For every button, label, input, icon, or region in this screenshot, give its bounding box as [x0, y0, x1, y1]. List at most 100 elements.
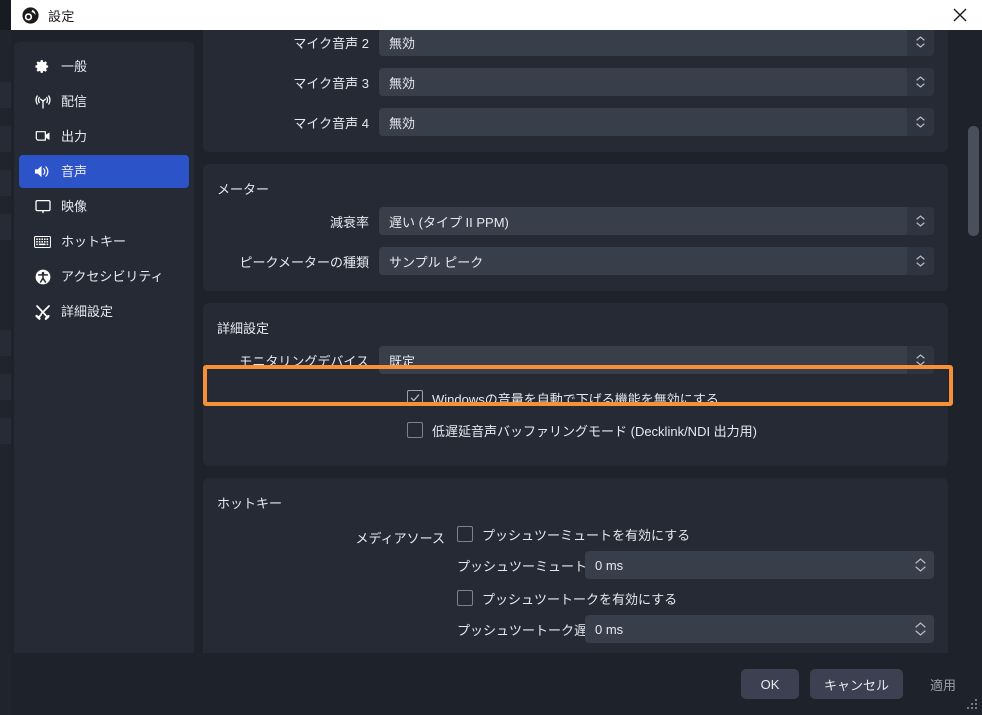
monitoring-device-value: 既定 [389, 353, 416, 369]
push-to-talk-delay-row: プッシュツートーク遅延 0 ms [457, 615, 934, 643]
disable-windows-ducking-label: Windowsの音量を自動で下げる機能を無効にする [432, 391, 719, 407]
mic-audio-2-dropdown[interactable]: 無効 [379, 30, 934, 56]
mic-audio-3-value: 無効 [389, 75, 416, 91]
low-latency-buffering-row[interactable]: 低遅延音声バッファリングモード (Decklink/NDI 出力用) [217, 418, 934, 442]
monitor-icon [33, 197, 52, 216]
dialog-footer: OK キャンセル 適用 [11, 653, 982, 715]
low-latency-buffering-checkbox[interactable] [407, 422, 423, 438]
gear-icon [33, 57, 52, 76]
push-to-talk-delay-value: 0 ms [595, 621, 624, 637]
hotkey-panel: ホットキー メディアソース プッシュツーミュートを有効にする プッシュツーミュー… [203, 478, 948, 653]
push-to-talk-label: プッシュツートークを有効にする [482, 591, 678, 607]
content-scrollbar[interactable] [968, 38, 979, 645]
keyboard-icon [33, 232, 52, 251]
push-to-mute-delay-spinner[interactable] [907, 551, 934, 579]
mic-audio-4-value: 無効 [389, 115, 416, 131]
monitoring-device-label: モニタリングデバイス [239, 353, 369, 369]
dialog-title: 設定 [48, 8, 75, 24]
cancel-button[interactable]: キャンセル [809, 669, 903, 699]
disable-windows-ducking-row[interactable]: Windowsの音量を自動で下げる機能を無効にする [217, 386, 934, 410]
settings-sidebar: 一般 配信 出力 音声 映像 ホットキー アクセシビリティ 詳細設定 [14, 42, 194, 653]
accessibility-icon [33, 267, 52, 286]
sidebar-item-video[interactable]: 映像 [19, 190, 189, 223]
hotkey-panel-title: ホットキー [217, 496, 283, 511]
media-source-label: メディアソース [355, 531, 445, 546]
push-to-talk-delay-label: プッシュツートーク遅延 [457, 622, 601, 638]
peak-meter-type-dropdown[interactable]: サンプル ピーク [379, 247, 934, 275]
mic-audio-4-dropdown[interactable]: 無効 [379, 108, 934, 136]
peak-meter-type-row: ピークメーターの種類 サンプル ピーク [217, 247, 934, 275]
advanced-panel: 詳細設定 モニタリングデバイス 既定 Windowsの音量を自動で下げる機能を無… [203, 303, 948, 466]
push-to-mute-delay-spinbox[interactable]: 0 ms [585, 551, 934, 579]
peak-meter-type-value: サンプル ピーク [389, 254, 484, 270]
sidebar-item-label: 出力 [61, 129, 88, 144]
sidebar-item-general[interactable]: 一般 [19, 50, 189, 83]
push-to-talk-row[interactable]: プッシュツートークを有効にする [457, 585, 934, 611]
decay-rate-value: 遅い (タイプ II PPM) [389, 214, 509, 230]
sidebar-item-label: 映像 [61, 199, 88, 214]
disable-windows-ducking-checkbox[interactable] [407, 390, 423, 406]
mic-audio-2-row: マイク音声 2 無効 [217, 30, 934, 56]
sidebar-item-advanced[interactable]: 詳細設定 [19, 295, 189, 328]
push-to-talk-delay-spinbox[interactable]: 0 ms [585, 615, 934, 643]
sidebar-item-label: 詳細設定 [61, 304, 114, 319]
push-to-mute-label: プッシュツーミュートを有効にする [482, 527, 691, 543]
mic-audio-4-spinner[interactable] [907, 108, 934, 136]
push-to-mute-delay-label: プッシュツーミュート遅延 [457, 558, 614, 574]
close-icon [953, 8, 967, 22]
tools-icon [33, 302, 52, 321]
broadcast-icon [33, 92, 52, 111]
mic-audio-3-spinner[interactable] [907, 68, 934, 96]
push-to-mute-delay-row: プッシュツーミュート遅延 0 ms [457, 551, 934, 579]
monitoring-device-spinner[interactable] [907, 346, 934, 374]
obs-logo-icon [22, 6, 39, 24]
settings-scroll-viewport: マイク音声 2 無効 マイク音声 3 無効 マイク音声 4 無効 メーター 減衰… [203, 30, 982, 653]
decay-rate-row: 減衰率 遅い (タイプ II PPM) [217, 207, 934, 235]
push-to-talk-delay-spinner[interactable] [907, 615, 934, 643]
sidebar-item-hotkeys[interactable]: ホットキー [19, 225, 189, 258]
speaker-icon [33, 162, 52, 181]
advanced-panel-title: 詳細設定 [217, 321, 270, 336]
sidebar-item-audio[interactable]: 音声 [19, 155, 189, 188]
resize-grip[interactable] [966, 699, 979, 712]
ok-button[interactable]: OK [740, 669, 799, 699]
sidebar-item-stream[interactable]: 配信 [19, 85, 189, 118]
sidebar-item-label: 配信 [61, 94, 88, 109]
sidebar-item-label: アクセシビリティ [61, 269, 164, 284]
mic-audio-2-spinner[interactable] [907, 30, 934, 56]
push-to-talk-checkbox[interactable] [457, 590, 473, 606]
decay-rate-label: 減衰率 [329, 214, 369, 230]
mic-audio-2-value: 無効 [389, 35, 416, 51]
sidebar-item-output[interactable]: 出力 [19, 120, 189, 153]
output-screen-icon [33, 127, 52, 146]
mic-audio-4-row: マイク音声 4 無効 [217, 108, 934, 136]
mic-audio-2-label: マイク音声 2 [293, 35, 369, 51]
push-to-mute-checkbox[interactable] [457, 526, 473, 542]
audio-devices-panel: マイク音声 2 無効 マイク音声 3 無効 マイク音声 4 無効 [203, 30, 948, 152]
sidebar-item-label: ホットキー [61, 234, 127, 249]
monitoring-device-dropdown[interactable]: 既定 [379, 346, 934, 374]
sidebar-item-accessibility[interactable]: アクセシビリティ [19, 260, 189, 293]
mic-audio-3-row: マイク音声 3 無効 [217, 68, 934, 96]
push-to-mute-row[interactable]: プッシュツーミュートを有効にする [457, 521, 934, 547]
peak-meter-type-spinner[interactable] [907, 247, 934, 275]
apply-button[interactable]: 適用 [914, 669, 972, 699]
dialog-titlebar: 設定 [11, 0, 982, 30]
mic-audio-3-label: マイク音声 3 [293, 75, 369, 91]
decay-rate-spinner[interactable] [907, 207, 934, 235]
content-scrollbar-thumb[interactable] [968, 126, 979, 236]
meter-panel: メーター 減衰率 遅い (タイプ II PPM) ピークメーターの種類 サンプル… [203, 164, 948, 291]
media-source-hotkey-controls: プッシュツーミュートを有効にする プッシュツーミュート遅延 0 ms プッシュツ… [457, 521, 934, 649]
mic-audio-3-dropdown[interactable]: 無効 [379, 68, 934, 96]
sidebar-item-label: 音声 [61, 164, 88, 179]
settings-content: マイク音声 2 無効 マイク音声 3 無効 マイク音声 4 無効 メーター 減衰… [203, 30, 971, 653]
peak-meter-type-label: ピークメーターの種類 [239, 254, 369, 270]
mic-audio-4-label: マイク音声 4 [293, 115, 369, 131]
background-left-strip [0, 30, 11, 715]
monitoring-device-row: モニタリングデバイス 既定 [217, 346, 934, 374]
close-window-button[interactable] [938, 0, 982, 30]
meter-panel-title: メーター [217, 182, 270, 197]
push-to-mute-delay-value: 0 ms [595, 557, 624, 573]
sidebar-item-label: 一般 [61, 59, 88, 74]
decay-rate-dropdown[interactable]: 遅い (タイプ II PPM) [379, 207, 934, 235]
